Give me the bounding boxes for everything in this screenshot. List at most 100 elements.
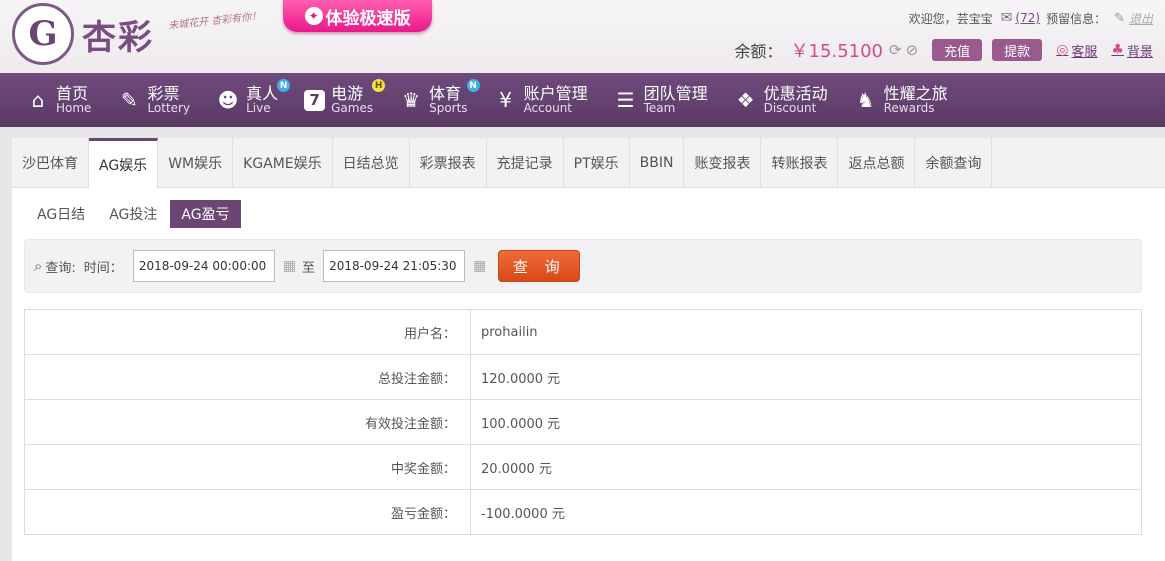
row-value: 100.0000 元 [470,399,1142,445]
hide-balance-icon[interactable]: ⊘ [906,41,919,59]
row-value: 120.0000 元 [470,354,1142,400]
rewards-icon: ♞ [856,88,875,112]
promo-label: 体验极速版 [325,8,411,29]
nav-label-cn: 彩票 [147,83,180,103]
team-icon: ☰ [616,88,635,112]
row-label: 有效投注金额： [24,399,471,445]
subtab-ag-bets[interactable]: AG投注 [98,200,168,228]
row-label: 盈亏金额： [24,489,471,535]
skin-label: 背景 [1126,44,1153,60]
tab-transfer-report[interactable]: 转账报表 [761,138,839,188]
nav-item-discount[interactable]: ❖ 优惠活动 Discount [734,73,828,127]
row-label: 中奖金额： [24,444,471,490]
tab-bbin[interactable]: BBIN [630,138,685,188]
nav-label-en: Account [523,101,573,116]
games-icon: 7 [304,89,326,111]
nav-label-cn: 电游 [331,83,364,103]
query-label-text: 查询: [45,260,76,276]
tab-wm-casino[interactable]: WM娱乐 [158,138,234,188]
nav-label-cn: 团队管理 [643,83,708,103]
balance-row: 余额： ￥15.5100 ⟳ ⊘ 充值 提款 ◎ 客服 ♣ 背景 [735,37,1153,63]
shirt-icon: ♣ [1111,42,1124,58]
skin-link[interactable]: ♣ 背景 [1111,41,1153,60]
tab-rebate-total[interactable]: 返点总额 [838,138,916,188]
service-label: 客服 [1071,44,1098,60]
nav-item-home[interactable]: ⌂ 首页 Home [26,73,92,127]
calendar-icon[interactable]: ▦ [473,258,486,274]
tab-deposit-withdraw-records[interactable]: 充提记录 [487,138,564,188]
top-info: 欢迎您， 芸宝宝 ✉ (72) 预留信息： ✎ 退出 [909,9,1153,27]
row-label: 总投注金额： [24,354,471,400]
tab-pt-casino[interactable]: PT娱乐 [564,138,630,188]
tab-lottery-report[interactable]: 彩票报表 [410,138,487,188]
nav-label-cn: 优惠活动 [763,83,828,103]
logo-icon[interactable]: G [12,3,74,65]
nav-label-en: Games [331,101,374,116]
customer-service-link[interactable]: ◎ 客服 [1056,41,1097,60]
nav-item-lottery[interactable]: ✎ 彩票 Lottery [117,73,190,127]
balance-value: ￥15.5100 [790,41,883,62]
nav-label-cn: 首页 [56,83,89,103]
row-value: prohailin [470,309,1142,355]
brand-slogan: 未城花开 杏彩有你！ [167,11,262,32]
calendar-icon[interactable]: ▦ [283,258,296,274]
nav-label-en: Discount [763,101,817,116]
nav-label-en: Sports [429,101,468,116]
end-time-input[interactable] [323,250,466,282]
report-tabs: 沙巴体育 AG娱乐 WM娱乐 KGAME娱乐 日结总览 彩票报表 充提记录 PT… [12,138,1165,189]
search-icon: ⌕ [34,257,43,275]
table-row: 中奖金额： 20.0000 元 [24,444,1142,490]
deposit-button[interactable]: 充值 [932,39,983,61]
nav-label-en: Live [246,101,271,116]
tab-ag-casino[interactable]: AG娱乐 [89,138,159,189]
row-value: 20.0000 元 [470,444,1142,490]
tab-daily-overview[interactable]: 日结总览 [333,138,410,188]
start-time-input[interactable] [132,250,275,282]
main-nav: ⌂ 首页 Home ✎ 彩票 Lottery ☻ 真人 Live N 7 电游 Game… [0,73,1165,127]
subtab-ag-profit-loss[interactable]: AG盈亏 [170,200,241,228]
nav-item-team[interactable]: ☰ 团队管理 Team [614,73,708,127]
row-value: -100.0000 元 [470,489,1142,535]
promo-icon: ✦ [304,7,323,25]
nav-item-games[interactable]: 7 电游 Games H [304,73,386,127]
nav-item-account[interactable]: ¥ 账户管理 Account [494,73,588,127]
new-badge: N [277,79,291,92]
nav-label-cn: 性耀之旅 [883,83,948,103]
profit-loss-table: 用户名： prohailin 总投注金额： 120.0000 元 有效投注金额：… [24,309,1142,535]
trophy-icon: ♛ [402,88,421,112]
hot-badge: H [372,79,386,92]
nav-item-rewards[interactable]: ♞ 性耀之旅 Rewards [854,73,948,127]
tab-balance-query[interactable]: 余额查询 [915,138,993,188]
welcome-text: 欢迎您， [908,11,957,26]
content-panel: 沙巴体育 AG娱乐 WM娱乐 KGAME娱乐 日结总览 彩票报表 充提记录 PT… [12,138,1165,561]
nav-label-en: Team [643,101,676,116]
refresh-icon[interactable]: ⟳ [889,41,902,59]
sub-tabs: AG日结 AG投注 AG盈亏 [26,200,243,228]
tab-account-change-report[interactable]: 账变报表 [684,138,762,188]
query-bar: ⌕ 查询: 时间： ▦ 至 ▦ 查 询 [24,239,1142,293]
home-icon: ⌂ [31,88,45,112]
nav-item-live[interactable]: ☻ 真人 Live N [216,73,291,127]
account-icon: ¥ [499,88,512,112]
table-row: 用户名： prohailin [24,309,1142,355]
gift-icon: ❖ [736,88,755,112]
to-label: 至 [302,260,316,276]
message-count-link[interactable]: (72) [1015,11,1040,25]
brand-name[interactable]: 杏彩 [82,10,154,59]
tab-saba-sports[interactable]: 沙巴体育 [12,138,89,188]
nav-label-cn: 体育 [429,83,462,103]
withdraw-button[interactable]: 提款 [992,39,1043,61]
mail-icon[interactable]: ✉ [1001,10,1013,26]
subtab-ag-daily[interactable]: AG日结 [26,200,96,228]
query-button[interactable]: 查 询 [498,250,581,282]
promo-fast-version-button[interactable]: ✦ 体验极速版 [283,0,432,32]
edit-icon[interactable]: ✎ [1114,11,1125,26]
nav-label-en: Home [56,101,92,116]
nav-item-sports[interactable]: ♛ 体育 Sports N [399,73,480,127]
table-row: 总投注金额： 120.0000 元 [24,354,1142,400]
time-label: 时间： [83,260,123,276]
table-row: 盈亏金额： -100.0000 元 [24,489,1142,535]
logout-link[interactable]: 退出 [1129,10,1153,27]
nav-label-cn: 账户管理 [523,83,588,103]
tab-kgame-casino[interactable]: KGAME娱乐 [233,138,333,188]
